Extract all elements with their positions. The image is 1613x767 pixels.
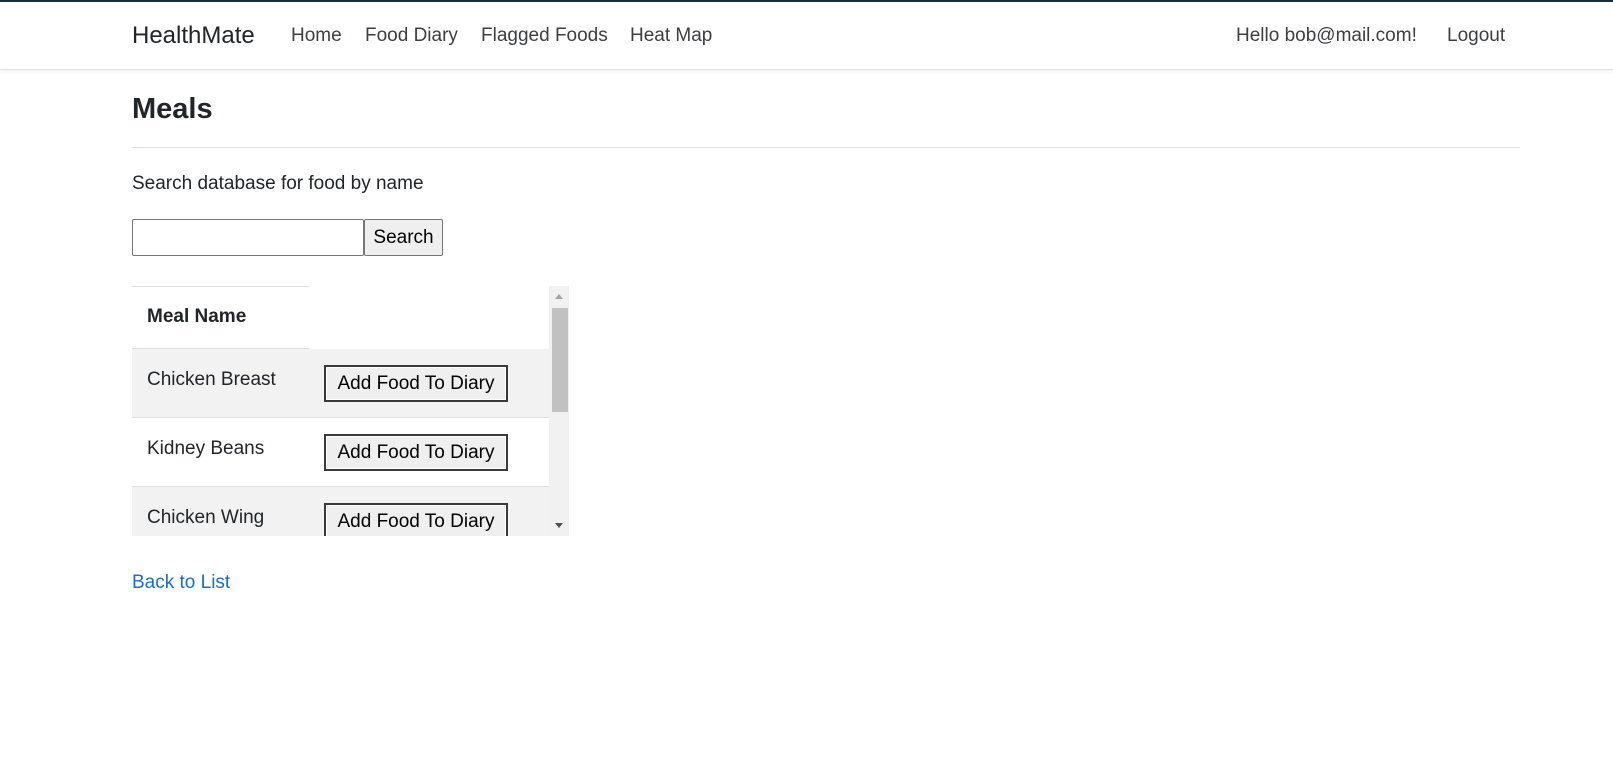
nav-link-heat-map[interactable]: Heat Map <box>630 25 712 47</box>
food-search-input[interactable] <box>132 219 364 256</box>
table-row: Kidney Beans Add Food To Diary <box>132 418 549 487</box>
brand-logo-link[interactable]: HealthMate <box>132 22 255 50</box>
search-label: Search database for food by name <box>132 173 424 194</box>
add-food-to-diary-button[interactable]: Add Food To Diary <box>324 503 508 536</box>
add-food-to-diary-button[interactable]: Add Food To Diary <box>324 365 508 402</box>
header-top-border <box>132 286 309 287</box>
scroll-up-arrow-icon[interactable] <box>549 286 569 306</box>
scroll-thumb[interactable] <box>552 308 568 412</box>
add-food-to-diary-button[interactable]: Add Food To Diary <box>324 434 508 471</box>
meal-name-cell: Chicken Wing <box>147 507 265 528</box>
top-navbar: HealthMate Home Food Diary Flagged Foods… <box>0 2 1613 70</box>
meal-name-cell: Kidney Beans <box>147 438 265 459</box>
table-scrollbar[interactable] <box>549 286 569 536</box>
page-title: Meals <box>132 93 213 125</box>
scroll-down-arrow-icon[interactable] <box>549 516 569 536</box>
table-row: Chicken Wing Add Food To Diary <box>132 487 549 536</box>
table-header: Meal Name <box>132 286 549 350</box>
nav-link-home[interactable]: Home <box>291 25 342 47</box>
meals-table-container: Meal Name Chicken Breast Add Food To Dia… <box>132 286 569 536</box>
search-button[interactable]: Search <box>364 219 443 256</box>
meal-name-cell: Chicken Breast <box>147 369 276 390</box>
logout-link[interactable]: Logout <box>1447 25 1505 47</box>
user-greeting-link[interactable]: Hello bob@mail.com! <box>1236 25 1417 47</box>
nav-link-flagged-foods[interactable]: Flagged Foods <box>481 25 608 47</box>
column-header-meal-name: Meal Name <box>147 306 247 327</box>
nav-link-food-diary[interactable]: Food Diary <box>365 25 458 47</box>
title-divider <box>132 147 1520 148</box>
table-row: Chicken Breast Add Food To Diary <box>132 349 549 418</box>
back-to-list-link[interactable]: Back to List <box>132 572 230 594</box>
